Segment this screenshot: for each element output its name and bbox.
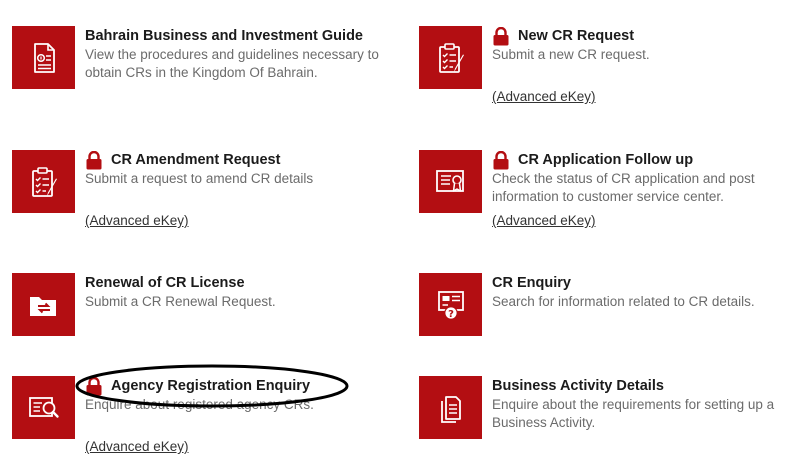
advanced-ekey-link[interactable]: (Advanced eKey): [85, 438, 189, 456]
service-title[interactable]: CR Enquiry: [492, 273, 571, 293]
service-icon-tile[interactable]: [12, 26, 75, 89]
service-description: Check the status of CR application and p…: [492, 171, 755, 204]
service-card-cr-amendment-request: CR Amendment Request Submit a request to…: [12, 150, 402, 250]
service-title[interactable]: Renewal of CR License: [85, 273, 245, 293]
service-title[interactable]: CR Amendment Request: [111, 150, 280, 170]
certificate-icon: [435, 169, 464, 192]
service-description: Enquire about registered agency CRs.: [85, 397, 314, 412]
service-title[interactable]: Agency Registration Enquiry: [111, 376, 310, 396]
service-description: Submit a request to amend CR details: [85, 171, 314, 186]
service-card-renewal-of-cr-license: Renewal of CR License Submit a CR Renewa…: [12, 273, 402, 373]
service-description: Search for information related to CR det…: [492, 294, 755, 309]
lock-icon: [86, 376, 102, 395]
service-card-cr-enquiry: ? CR Enquiry Search for information rela…: [419, 273, 805, 373]
lock-icon: [493, 150, 509, 169]
service-icon-tile[interactable]: [419, 26, 482, 89]
clipboard-pen-icon: [438, 42, 464, 73]
advanced-ekey-link[interactable]: (Advanced eKey): [492, 88, 596, 106]
lock-icon: [493, 26, 509, 45]
lock-icon: [86, 150, 102, 169]
service-card-cr-application-follow-up: CR Application Follow up Check the statu…: [419, 150, 805, 250]
service-icon-tile[interactable]: [12, 150, 75, 213]
service-icon-tile[interactable]: ?: [419, 273, 482, 336]
service-card-agency-registration-enquiry: Agency Registration Enquiry Enquire abou…: [12, 376, 402, 476]
service-card-business-guide: Bahrain Business and Investment Guide Vi…: [12, 26, 402, 126]
service-title[interactable]: Bahrain Business and Investment Guide: [85, 26, 363, 46]
certificate-search-icon: [28, 396, 59, 418]
service-icon-tile[interactable]: [12, 376, 75, 439]
service-title[interactable]: CR Application Follow up: [518, 150, 693, 170]
svg-text:?: ?: [448, 309, 454, 320]
folder-renew-icon: [29, 296, 56, 316]
service-description: Submit a CR Renewal Request.: [85, 294, 276, 309]
documents-icon: [440, 395, 461, 423]
service-description: View the procedures and guidelines neces…: [85, 47, 379, 80]
service-title[interactable]: New CR Request: [518, 26, 634, 46]
service-title[interactable]: Business Activity Details: [492, 376, 664, 396]
service-description: Enquire about the requirements for setti…: [492, 397, 775, 430]
service-card-new-cr-request: New CR Request Submit a new CR request. …: [419, 26, 805, 126]
service-card-business-activity-details: Business Activity Details Enquire about …: [419, 376, 805, 476]
document-question-icon: ?: [437, 290, 464, 320]
service-icon-tile[interactable]: [419, 150, 482, 213]
service-icon-tile[interactable]: [12, 273, 75, 336]
clipboard-pen-icon: [31, 166, 57, 197]
advanced-ekey-link[interactable]: (Advanced eKey): [492, 212, 596, 230]
service-icon-tile[interactable]: [419, 376, 482, 439]
advanced-ekey-link[interactable]: (Advanced eKey): [85, 212, 189, 230]
document-icon: [33, 42, 55, 73]
service-description: Submit a new CR request.: [492, 47, 650, 62]
